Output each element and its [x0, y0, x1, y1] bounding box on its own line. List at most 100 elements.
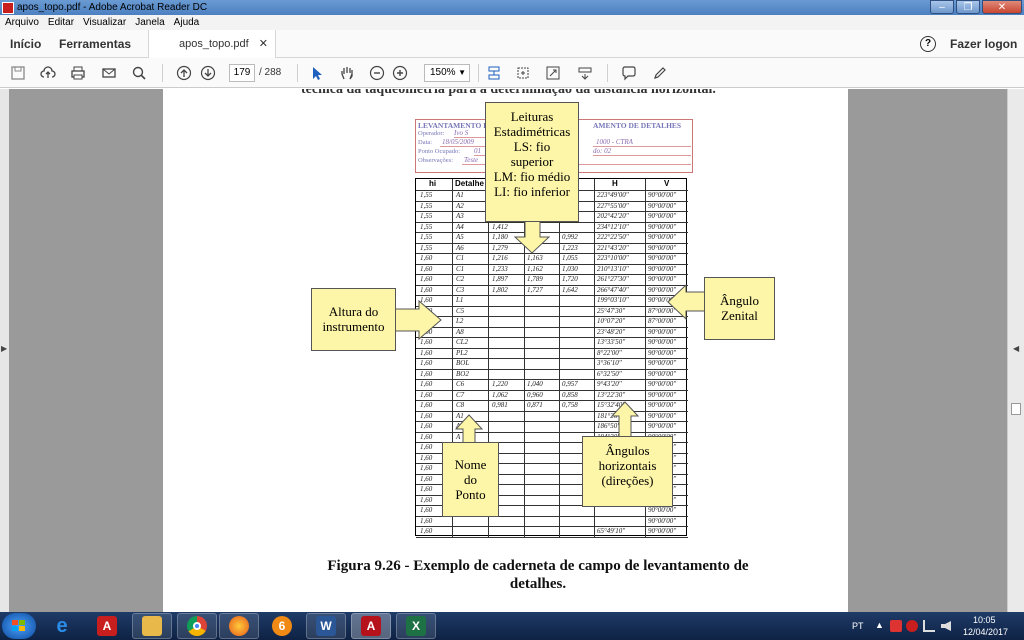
taskbar-firefox[interactable]	[219, 613, 259, 639]
scrollbar-thumb[interactable]	[1011, 403, 1021, 415]
email-icon[interactable]	[101, 65, 117, 81]
tray-volume-icon[interactable]	[941, 621, 951, 631]
tray-network-icon[interactable]	[923, 620, 935, 632]
callout-text: Altura do	[328, 304, 379, 319]
figure-caption: Figura 9.26 - Exemplo de caderneta de ca…	[303, 557, 773, 593]
clock-date[interactable]: 12/04/2017	[963, 627, 1008, 637]
help-icon[interactable]: ?	[920, 36, 936, 52]
comment-icon[interactable]	[621, 65, 637, 81]
callout-text: superior	[510, 154, 554, 169]
tab-tools[interactable]: Ferramentas	[59, 37, 131, 51]
callout-text: Zenital	[721, 308, 758, 323]
acrobat-icon: A	[361, 616, 381, 636]
toolbar: 179 / 288 150% ▼	[0, 58, 1024, 88]
taskbar-chrome[interactable]	[177, 613, 217, 639]
callout-text: (direções)	[601, 473, 654, 488]
read-mode-icon[interactable]	[577, 65, 593, 81]
save-icon[interactable]	[10, 65, 26, 81]
tab-home[interactable]: Início	[10, 37, 41, 51]
menu-visualizar[interactable]: Visualizar	[83, 17, 126, 28]
callout-text: LM: fio médio	[493, 169, 571, 184]
callout-text: horizontais	[598, 458, 657, 473]
login-link[interactable]: Fazer logon	[950, 37, 1017, 51]
vertical-scrollbar[interactable]: ◀	[1007, 89, 1024, 612]
print-icon[interactable]	[70, 65, 86, 81]
close-tab-icon[interactable]: ✕	[259, 37, 268, 50]
callout-nome-ponto: Nome do Ponto	[442, 442, 499, 517]
zoom-value: 150%	[430, 67, 456, 78]
chevron-left-icon: ◀	[1013, 344, 1020, 353]
taskbar-app-6[interactable]: 6	[262, 613, 302, 639]
restore-button[interactable]: ❐	[956, 0, 980, 14]
rotate-icon[interactable]	[515, 65, 531, 81]
callout-leituras-estadimetricas: Leituras Estadimétricas LS: fio superior…	[485, 102, 579, 222]
callout-text: instrumento	[322, 319, 385, 334]
upload-cloud-icon[interactable]	[40, 65, 56, 81]
select-cursor-icon[interactable]	[309, 65, 325, 81]
acrobat-app-icon	[2, 1, 14, 14]
excel-icon: X	[406, 616, 426, 636]
document-viewer[interactable]: ▶ ◀ técnica da taqueometria para a deter…	[0, 89, 1024, 612]
taskbar: e A 6 W A X PT ▲ 10:05 12/04/2017	[0, 612, 1024, 640]
start-button[interactable]	[2, 613, 36, 639]
chrome-icon	[187, 616, 207, 636]
tray-up-arrow-icon[interactable]: ▲	[875, 620, 884, 630]
close-window-button[interactable]: ✕	[982, 0, 1022, 14]
title-bar: apos_topo.pdf - Adobe Acrobat Reader DC …	[0, 0, 1024, 15]
zoom-out-icon[interactable]	[369, 65, 385, 81]
menu-bar: Arquivo Editar Visualizar Janela Ajuda	[0, 15, 1024, 30]
fit-page-icon[interactable]	[545, 65, 561, 81]
menu-arquivo[interactable]: Arquivo	[5, 17, 39, 28]
tab-document[interactable]: apos_topo.pdf ✕	[148, 30, 276, 58]
callout-angulo-zenital: Ângulo Zenital	[704, 277, 775, 340]
word-icon: W	[316, 616, 336, 636]
language-indicator[interactable]: PT	[852, 621, 864, 631]
menu-ajuda[interactable]: Ajuda	[174, 17, 200, 28]
windows-logo-icon	[12, 620, 25, 631]
callout-text: do	[464, 472, 477, 487]
callout-text: LI: fio inferior	[494, 184, 570, 199]
pen-icon[interactable]	[652, 65, 668, 81]
zoom-select[interactable]: 150% ▼	[424, 64, 470, 82]
next-page-icon[interactable]	[200, 65, 216, 81]
caption-line: Figura 9.26 - Exemplo de caderneta de ca…	[327, 558, 749, 574]
previous-page-icon[interactable]	[176, 65, 192, 81]
clock-time[interactable]: 10:05	[973, 615, 996, 625]
callout-angulos-horizontais: Ângulos horizontais (direções)	[582, 436, 673, 507]
window-title: apos_topo.pdf - Adobe Acrobat Reader DC	[17, 2, 208, 13]
callout-text: Ângulo	[720, 293, 759, 308]
search-icon[interactable]	[131, 65, 147, 81]
document-tab-label: apos_topo.pdf	[179, 38, 249, 50]
menu-editar[interactable]: Editar	[48, 17, 74, 28]
internet-explorer-icon: e	[56, 614, 68, 637]
taskbar-explorer[interactable]	[132, 613, 172, 639]
hand-tool-icon[interactable]	[339, 65, 355, 81]
taskbar-acrobat-active[interactable]: A	[351, 613, 391, 639]
taskbar-word[interactable]: W	[306, 613, 346, 639]
orange-app-icon: 6	[272, 616, 292, 636]
minimize-button[interactable]: –	[930, 0, 954, 14]
tray-acrobat-icon[interactable]	[906, 620, 918, 632]
callout-text: Ponto	[455, 487, 486, 502]
caption-line: detalhes.	[509, 576, 567, 592]
chevron-right-icon: ▶	[1, 344, 8, 353]
firefox-icon	[229, 616, 249, 636]
folder-icon	[142, 616, 162, 636]
menu-janela[interactable]: Janela	[135, 17, 164, 28]
chevron-down-icon: ▼	[458, 68, 466, 77]
taskbar-excel[interactable]: X	[396, 613, 436, 639]
left-panel-toggle[interactable]: ▶	[0, 89, 9, 612]
callout-text: LS: fio	[513, 139, 551, 154]
callout-altura-instrumento: Altura do instrumento	[311, 288, 396, 351]
tray-app-icon[interactable]	[890, 620, 902, 632]
tab-row: Início Ferramentas apos_topo.pdf ✕ ? Faz…	[0, 30, 1024, 58]
taskbar-ie[interactable]: e	[42, 613, 82, 639]
page-total: / 288	[259, 67, 282, 78]
page-number-input[interactable]: 179	[229, 64, 255, 82]
scroll-mode-icon[interactable]	[486, 65, 502, 81]
zoom-in-icon[interactable]	[392, 65, 408, 81]
acrobat-icon: A	[97, 616, 117, 636]
pdf-page: técnica da taqueometria para a determina…	[163, 89, 848, 612]
callout-text: Ângulos	[605, 443, 650, 458]
taskbar-acrobat-pinned[interactable]: A	[87, 613, 127, 639]
